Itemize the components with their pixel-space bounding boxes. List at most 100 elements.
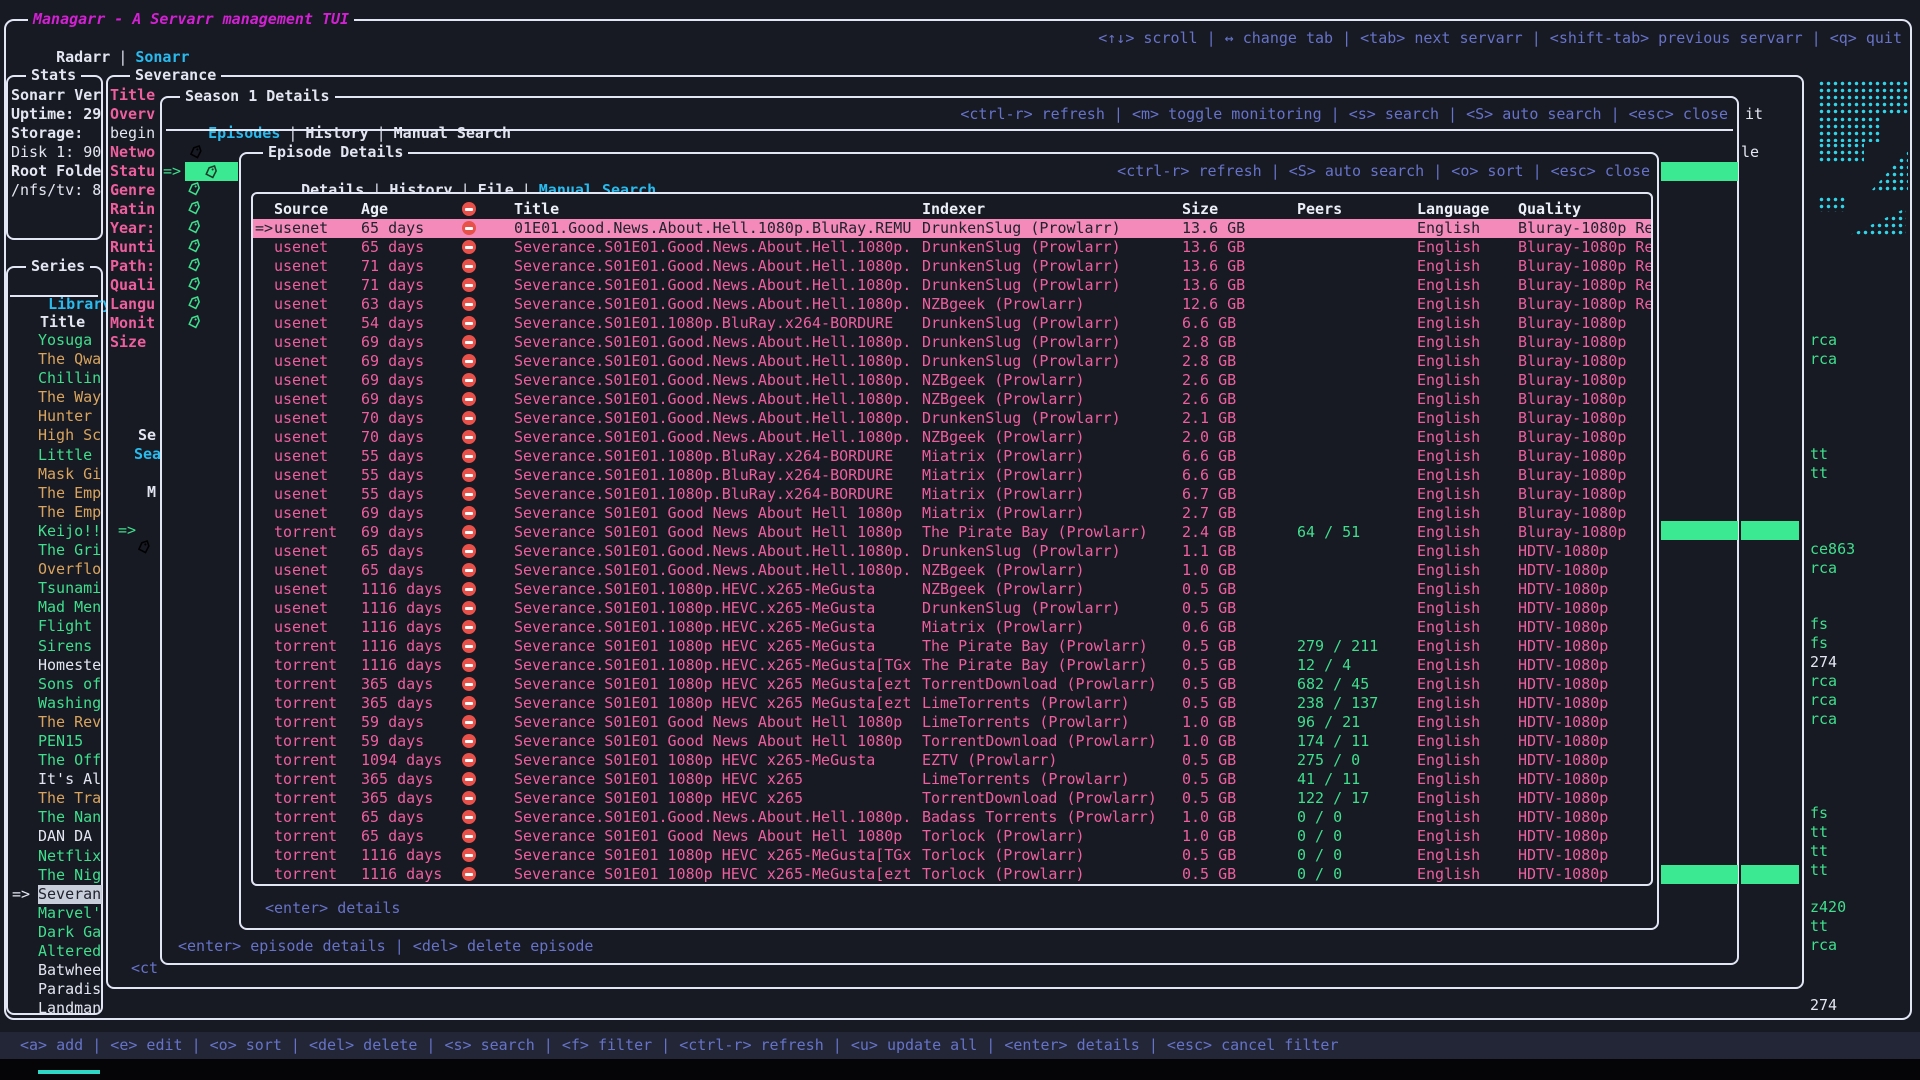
search-result-row[interactable]: => usenet 65 days Severance.S01E01.Good.… xyxy=(253,542,1651,561)
search-result-row[interactable]: => usenet 1116 days Severance.S01E01.108… xyxy=(253,618,1651,637)
result-indexer: DrunkenSlug (Prowlarr) xyxy=(922,276,1182,295)
result-title: Severance.S01E01.1080p.BluRay.x264-BORDU… xyxy=(514,314,922,333)
search-result-row[interactable]: => torrent 1116 days Severance S01E01 10… xyxy=(253,637,1651,656)
result-peers: 0 / 0 xyxy=(1297,846,1417,865)
search-result-row[interactable]: => usenet 65 days Severance.S01E01.Good.… xyxy=(253,561,1651,580)
search-result-row[interactable]: => torrent 65 days Severance.S01E01.Good… xyxy=(253,808,1651,827)
rejected-icon xyxy=(462,601,476,615)
rejected-icon xyxy=(462,753,476,767)
result-source: torrent xyxy=(274,656,361,675)
result-peers: 238 / 137 xyxy=(1297,694,1417,713)
result-age: 55 days xyxy=(361,485,460,504)
rejected-icon xyxy=(462,487,476,501)
result-size: 2.6 GB xyxy=(1182,390,1297,409)
result-size: 13.6 GB xyxy=(1182,238,1297,257)
column-language[interactable]: Language xyxy=(1417,200,1518,219)
result-title: Severance S01E01 1080p HEVC x265 xyxy=(514,770,922,789)
search-result-row[interactable]: => torrent 1116 days Severance S01E01 10… xyxy=(253,846,1651,865)
search-result-row[interactable]: => usenet 69 days Severance S01E01 Good … xyxy=(253,504,1651,523)
search-result-row[interactable]: => torrent 65 days Severance S01E01 Good… xyxy=(253,827,1651,846)
column-indexer[interactable]: Indexer xyxy=(922,200,1182,219)
result-peers xyxy=(1297,333,1417,352)
rejected-icon xyxy=(462,202,476,216)
result-size: 0.5 GB xyxy=(1182,599,1297,618)
result-quality: HDTV-1080p xyxy=(1518,808,1651,827)
search-result-row[interactable]: => usenet 65 days Severance.S01E01.Good.… xyxy=(253,238,1651,257)
result-source: torrent xyxy=(274,732,361,751)
search-result-row[interactable]: => usenet 69 days Severance.S01E01.Good.… xyxy=(253,333,1651,352)
search-result-row[interactable]: => torrent 59 days Severance S01E01 Good… xyxy=(253,732,1651,751)
column-peers[interactable]: Peers xyxy=(1297,200,1417,219)
rejected-icon xyxy=(462,867,476,881)
episode-popup-title: Episode Details xyxy=(263,143,408,162)
search-result-row[interactable]: => torrent 365 days Severance S01E01 108… xyxy=(253,770,1651,789)
search-result-row[interactable]: => usenet 69 days Severance.S01E01.Good.… xyxy=(253,390,1651,409)
result-title: Severance.S01E01.Good.News.About.Hell.10… xyxy=(514,409,922,428)
search-result-row[interactable]: => usenet 55 days Severance.S01E01.1080p… xyxy=(253,485,1651,504)
search-result-row[interactable]: => usenet 70 days Severance.S01E01.Good.… xyxy=(253,409,1651,428)
result-indexer: The Pirate Bay (Prowlarr) xyxy=(922,656,1182,675)
result-title: Severance.S01E01.1080p.HEVC.x265-MeGusta xyxy=(514,618,922,637)
rejected-icon xyxy=(462,354,476,368)
search-result-row[interactable]: => usenet 63 days Severance.S01E01.Good.… xyxy=(253,295,1651,314)
result-indexer: NZBgeek (Prowlarr) xyxy=(922,580,1182,599)
search-result-row[interactable]: => usenet 55 days Severance.S01E01.1080p… xyxy=(253,466,1651,485)
search-result-row[interactable]: => torrent 1116 days Severance S01E01 10… xyxy=(253,865,1651,884)
result-age: 59 days xyxy=(361,713,460,732)
result-peers xyxy=(1297,371,1417,390)
result-language: English xyxy=(1417,371,1518,390)
result-peers xyxy=(1297,542,1417,561)
search-result-row[interactable]: => usenet 65 days 01E01.Good.News.About.… xyxy=(253,219,1651,238)
column-size[interactable]: Size xyxy=(1182,200,1297,219)
result-indexer: The Pirate Bay (Prowlarr) xyxy=(922,523,1182,542)
rejected-icon xyxy=(462,468,476,482)
search-result-row[interactable]: => usenet 71 days Severance.S01E01.Good.… xyxy=(253,276,1651,295)
column-quality[interactable]: Quality xyxy=(1518,200,1651,219)
result-quality: HDTV-1080p xyxy=(1518,599,1651,618)
result-source: torrent xyxy=(274,770,361,789)
result-quality: HDTV-1080p xyxy=(1518,675,1651,694)
result-size: 2.4 GB xyxy=(1182,523,1297,542)
search-result-row[interactable]: => torrent 365 days Severance S01E01 108… xyxy=(253,789,1651,808)
rejected-icon xyxy=(462,259,476,273)
result-size: 0.5 GB xyxy=(1182,865,1297,884)
result-size: 6.6 GB xyxy=(1182,314,1297,333)
result-size: 0.5 GB xyxy=(1182,846,1297,865)
search-result-row[interactable]: => usenet 1116 days Severance.S01E01.108… xyxy=(253,580,1651,599)
rejected-icon xyxy=(462,506,476,520)
result-size: 0.5 GB xyxy=(1182,770,1297,789)
result-peers xyxy=(1297,504,1417,523)
result-indexer: DrunkenSlug (Prowlarr) xyxy=(922,409,1182,428)
result-size: 13.6 GB xyxy=(1182,257,1297,276)
result-peers xyxy=(1297,257,1417,276)
search-result-row[interactable]: => torrent 1116 days Severance.S01E01.10… xyxy=(253,656,1651,675)
result-peers xyxy=(1297,390,1417,409)
column-age[interactable]: Age xyxy=(361,200,460,219)
search-result-row[interactable]: => usenet 69 days Severance.S01E01.Good.… xyxy=(253,371,1651,390)
search-result-row[interactable]: => usenet 70 days Severance.S01E01.Good.… xyxy=(253,428,1651,447)
result-age: 1116 days xyxy=(361,618,460,637)
result-quality: HDTV-1080p xyxy=(1518,542,1651,561)
result-language: English xyxy=(1417,314,1518,333)
search-result-row[interactable]: => usenet 71 days Severance.S01E01.Good.… xyxy=(253,257,1651,276)
search-result-row[interactable]: => torrent 59 days Severance S01E01 Good… xyxy=(253,713,1651,732)
result-quality: HDTV-1080p xyxy=(1518,789,1651,808)
result-quality: HDTV-1080p xyxy=(1518,770,1651,789)
search-result-row[interactable]: => usenet 55 days Severance.S01E01.1080p… xyxy=(253,447,1651,466)
search-result-row[interactable]: => usenet 69 days Severance.S01E01.Good.… xyxy=(253,352,1651,371)
column-title[interactable]: Title xyxy=(514,200,922,219)
result-quality: HDTV-1080p xyxy=(1518,618,1651,637)
result-source: usenet xyxy=(274,276,361,295)
search-result-row[interactable]: => torrent 69 days Severance S01E01 Good… xyxy=(253,523,1651,542)
search-result-row[interactable]: => torrent 365 days Severance S01E01 108… xyxy=(253,675,1651,694)
result-title: Severance.S01E01.1080p.HEVC.x265-MeGusta xyxy=(514,580,922,599)
result-age: 71 days xyxy=(361,257,460,276)
search-result-row[interactable]: => usenet 54 days Severance.S01E01.1080p… xyxy=(253,314,1651,333)
search-result-row[interactable]: => usenet 1116 days Severance.S01E01.108… xyxy=(253,599,1651,618)
search-result-row[interactable]: => torrent 365 days Severance S01E01 108… xyxy=(253,694,1651,713)
result-age: 69 days xyxy=(361,333,460,352)
rejected-icon xyxy=(462,240,476,254)
result-source: torrent xyxy=(274,808,361,827)
search-result-row[interactable]: => torrent 1094 days Severance S01E01 10… xyxy=(253,751,1651,770)
column-source[interactable]: Source xyxy=(274,200,361,219)
